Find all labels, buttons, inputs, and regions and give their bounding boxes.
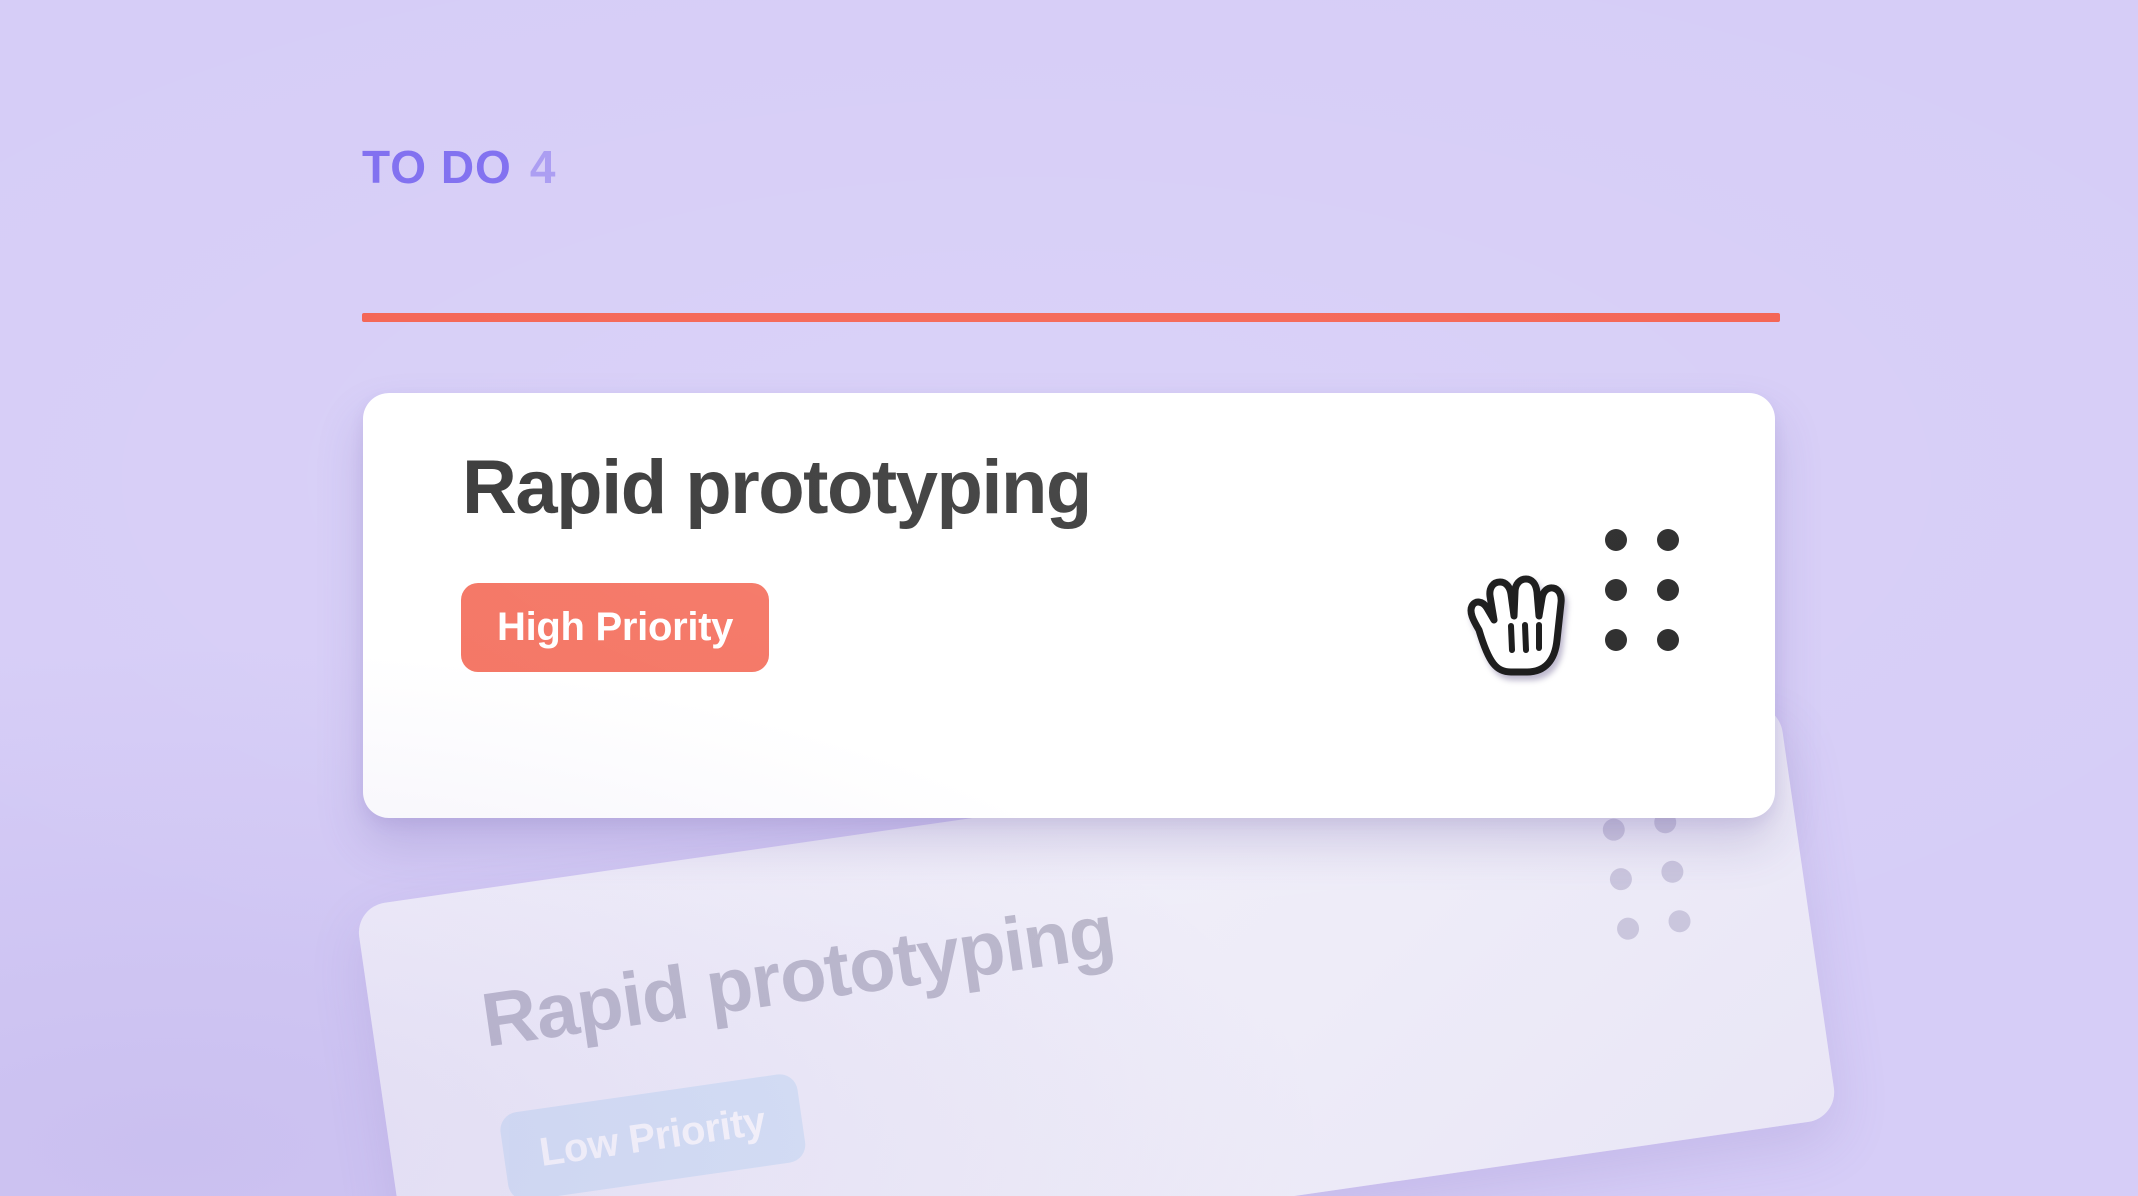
- placeholder-priority-badge: Low Priority: [498, 1072, 808, 1196]
- task-card-title: Rapid prototyping: [462, 445, 1092, 530]
- priority-badge[interactable]: High Priority: [461, 583, 770, 672]
- column-title: TO DO: [362, 141, 512, 193]
- dot: [1657, 529, 1679, 551]
- dot: [1608, 866, 1634, 892]
- dot: [1657, 629, 1679, 651]
- grabbing-hand-cursor-icon: [1463, 568, 1571, 684]
- column-header: TO DO 4: [362, 140, 556, 194]
- placeholder-card-title: Rapid prototyping: [476, 888, 1120, 1064]
- dot: [1605, 629, 1627, 651]
- placeholder-drag-dots-icon: [1601, 809, 1692, 942]
- dot: [1659, 859, 1685, 885]
- dot: [1605, 529, 1627, 551]
- column-accent-divider: [362, 313, 1780, 322]
- dot: [1601, 817, 1627, 843]
- drag-dots-icon[interactable]: [1605, 529, 1679, 651]
- dot: [1615, 916, 1641, 942]
- kanban-board: Rapid prototyping Low Priority TO DO 4 R…: [0, 0, 2138, 1196]
- dot: [1667, 908, 1692, 934]
- column-task-count: 4: [529, 141, 557, 193]
- dot: [1657, 579, 1679, 601]
- dot: [1605, 579, 1627, 601]
